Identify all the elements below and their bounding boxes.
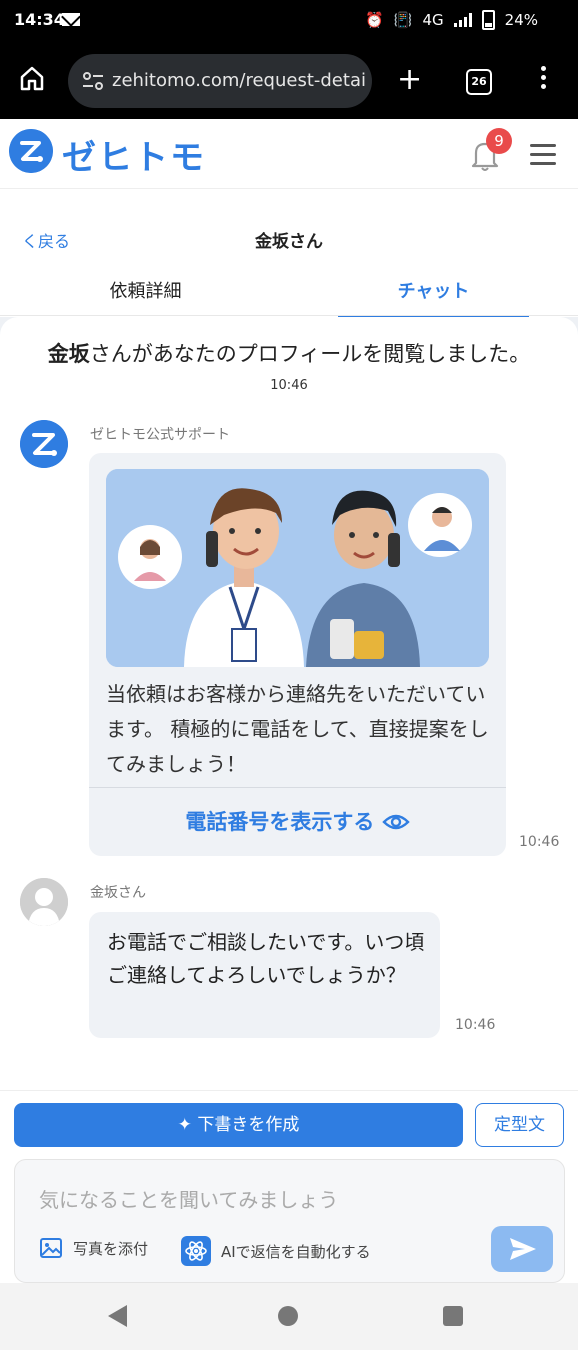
ai-atom-icon <box>181 1236 211 1266</box>
status-icons: ⏰ 📳 4G 24% <box>365 10 538 30</box>
message-input-placeholder[interactable]: 気になることを聞いてみましょう <box>39 1184 338 1213</box>
home-icon[interactable] <box>18 64 46 92</box>
support-message-text: 当依頼はお客様から連絡先をいただいています。 積極的に電話をして、直接提案をして… <box>106 682 489 776</box>
attach-photo-button[interactable]: 写真を添付 <box>39 1236 148 1260</box>
system-nav-bar <box>0 1283 578 1350</box>
support-message-divider <box>89 787 506 788</box>
support-illustration <box>106 469 489 667</box>
user-sender-name: 金坂さん <box>90 885 146 901</box>
send-button[interactable] <box>491 1226 553 1272</box>
eye-icon <box>381 814 410 830</box>
create-draft-button[interactable]: ✦ 下書きを作成 <box>14 1103 463 1147</box>
user-message-bubble: お電話でご相談したいです。いつ頃ご連絡してよろしいでしょうか？ <box>89 912 440 1038</box>
tabs-divider <box>0 315 578 316</box>
browser-menu-icon[interactable] <box>541 66 547 93</box>
support-avatar[interactable] <box>20 420 68 468</box>
site-settings-icon[interactable] <box>82 71 104 91</box>
system-message-text: さんがあなたのプロフィールを閲覧しました。 <box>89 342 531 366</box>
address-bar[interactable]: zehitomo.com/request-detail/ <box>68 54 372 108</box>
tab-chat[interactable]: チャット <box>338 277 529 319</box>
browser-toolbar: zehitomo.com/request-detail/ + 26 <box>0 42 578 119</box>
status-time: 14:34 <box>14 10 65 29</box>
url-text[interactable]: zehitomo.com/request-detail/ <box>112 70 366 91</box>
battery-level: 24% <box>504 11 538 29</box>
status-bar: 14:34 ⏰ 📳 4G 24% <box>0 0 578 42</box>
tab-request-detail[interactable]: 依頼詳細 <box>50 277 241 315</box>
system-message-time: 10:46 <box>270 378 308 393</box>
logo-icon[interactable] <box>9 129 53 173</box>
network-label: 4G <box>422 11 444 29</box>
attach-photo-label: 写真を添付 <box>73 1239 149 1258</box>
message-input[interactable]: 気になることを聞いてみましょう 写真を添付 AIで返信を自動化する <box>14 1159 565 1283</box>
default-user-icon <box>20 878 68 926</box>
tab-label: チャット <box>397 281 470 302</box>
signal-icon <box>453 13 472 27</box>
nav-home-icon[interactable] <box>278 1306 298 1326</box>
system-message-name: 金坂 <box>47 342 90 366</box>
ai-autoreply-label: AIで返信を自動化する <box>221 1242 371 1261</box>
tab-switcher-button[interactable]: 26 <box>466 69 492 95</box>
support-sender-name: ゼヒトモ公式サポート <box>90 427 230 443</box>
vibrate-icon: 📳 <box>393 11 413 29</box>
show-phone-button[interactable]: 電話番号を表示する <box>89 806 506 836</box>
user-message-text: お電話でご相談したいです。いつ頃ご連絡してよろしいでしょうか？ <box>107 930 425 987</box>
sparkle-icon: ✦ <box>177 1115 192 1135</box>
user-message-time: 10:46 <box>455 1017 496 1033</box>
nav-recents-icon[interactable] <box>443 1306 463 1326</box>
ai-autoreply-button[interactable]: AIで返信を自動化する <box>181 1236 371 1266</box>
tab-label: 依頼詳細 <box>109 281 182 302</box>
user-avatar[interactable] <box>20 878 68 926</box>
support-message-time: 10:46 <box>519 834 560 850</box>
new-tab-button[interactable]: + <box>397 65 422 95</box>
show-phone-label: 電話番号を表示する <box>185 810 375 834</box>
send-icon <box>510 1238 536 1260</box>
mail-icon <box>62 13 80 26</box>
logo-text[interactable]: ゼヒトモ <box>62 130 206 179</box>
nav-back-icon[interactable] <box>108 1305 127 1327</box>
create-draft-label: 下書きを作成 <box>197 1115 300 1135</box>
chat-title: 金坂さん <box>255 232 323 252</box>
battery-icon <box>481 10 495 30</box>
hamburger-menu-icon[interactable] <box>530 144 556 171</box>
site-header: ゼヒトモ 9 <box>0 120 578 189</box>
system-message: 金坂さんがあなたのプロフィールを閲覧しました。 <box>0 338 578 368</box>
template-button[interactable]: 定型文 <box>475 1103 564 1147</box>
image-icon <box>40 1238 62 1258</box>
notification-badge: 9 <box>486 128 512 154</box>
support-message-bubble: 当依頼はお客様から連絡先をいただいています。 積極的に電話をして、直接提案をして… <box>89 453 506 856</box>
alarm-icon: ⏰ <box>365 11 384 29</box>
